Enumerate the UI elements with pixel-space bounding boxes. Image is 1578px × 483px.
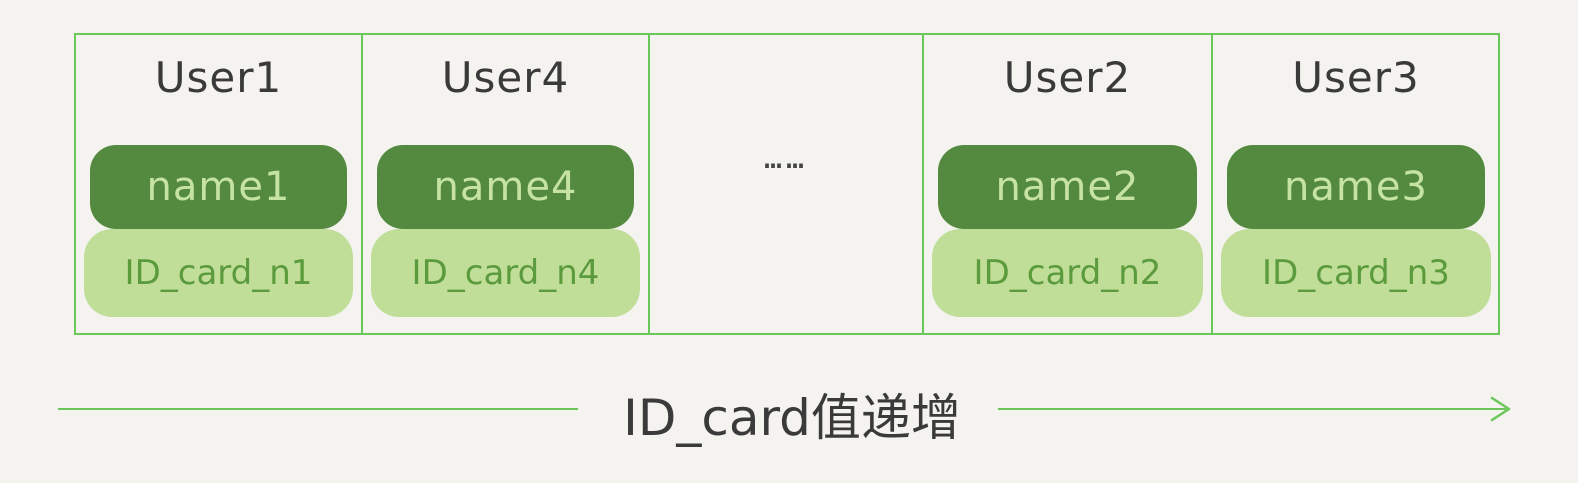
record-id-card-value: ID_card_n1 xyxy=(124,253,313,293)
record-id-card-field: ID_card_n1 xyxy=(84,229,353,317)
ellipsis-marker: …… xyxy=(763,141,809,176)
record-user-label: User4 xyxy=(441,53,570,102)
record-user-label: User2 xyxy=(1003,53,1132,102)
record-id-card-value: ID_card_n4 xyxy=(411,253,600,293)
record-id-card-field: ID_card_n4 xyxy=(371,229,640,317)
record-name-value: name2 xyxy=(995,164,1140,210)
index-diagram: User1 name1 ID_card_n1 User4 name4 ID_ca… xyxy=(0,0,1578,483)
record-name-field: name4 xyxy=(377,145,634,229)
record-user-label: User3 xyxy=(1292,53,1420,102)
axis-line-right xyxy=(998,408,1506,410)
record-id-card-field: ID_card_n3 xyxy=(1221,229,1491,317)
record-name-field: name3 xyxy=(1227,145,1485,229)
record-user1: User1 name1 ID_card_n1 xyxy=(76,33,361,335)
record-id-card-value: ID_card_n3 xyxy=(1262,253,1450,293)
axis-label: ID_card值递增 xyxy=(623,389,961,447)
record-id-card-value: ID_card_n2 xyxy=(973,253,1162,293)
axis-line-left xyxy=(58,408,578,410)
record-user-label: User1 xyxy=(154,53,283,102)
record-user4: User4 name4 ID_card_n4 xyxy=(363,33,648,335)
record-id-card-field: ID_card_n2 xyxy=(932,229,1203,317)
record-name-value: name1 xyxy=(146,164,291,210)
record-user2: User2 name2 ID_card_n2 xyxy=(924,33,1211,335)
record-name-value: name4 xyxy=(433,164,578,210)
record-name-field: name1 xyxy=(90,145,347,229)
record-ellipsis: …… xyxy=(650,33,922,335)
arrow-right-icon xyxy=(1490,396,1511,422)
record-name-field: name2 xyxy=(938,145,1197,229)
record-name-value: name3 xyxy=(1284,164,1428,210)
record-user3: User3 name3 ID_card_n3 xyxy=(1213,33,1499,335)
